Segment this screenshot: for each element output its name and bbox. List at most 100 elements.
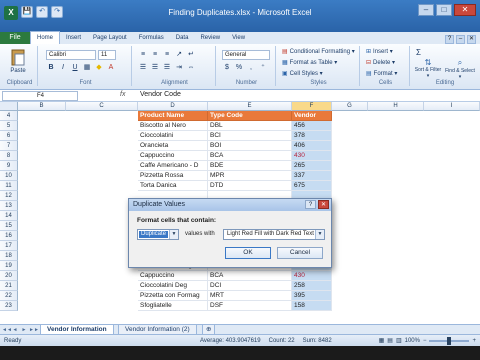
column-header-i[interactable]: I — [424, 102, 480, 111]
format-as-table-button[interactable]: ▦ Format as Table ▾ — [282, 59, 337, 66]
product-name-cell[interactable]: Cioccolatini Deg — [138, 281, 208, 291]
name-box[interactable]: F4 — [2, 91, 78, 101]
row-header[interactable]: 22 — [0, 291, 18, 301]
header-product-name[interactable]: Product Name — [138, 111, 208, 121]
row-header[interactable]: 9 — [0, 161, 18, 171]
font-color-icon[interactable]: A — [106, 63, 116, 73]
tab-page-layout[interactable]: Page Layout — [87, 32, 133, 44]
type-code-cell[interactable]: DSF — [208, 301, 292, 311]
zoom-out-icon[interactable]: − — [423, 338, 427, 344]
font-size-select[interactable]: 11 — [98, 50, 116, 60]
row-header[interactable]: 12 — [0, 191, 18, 201]
product-name-cell[interactable]: Cioccolatini — [138, 131, 208, 141]
vendor-cell[interactable]: 265 — [292, 161, 332, 171]
maximize-button[interactable]: □ — [436, 4, 452, 16]
help-icon[interactable]: ? — [445, 35, 454, 44]
insert-cells-button[interactable]: ⊞ Insert ▾ — [366, 48, 393, 55]
tab-insert[interactable]: Insert — [60, 32, 87, 44]
column-header-d[interactable]: D — [138, 102, 208, 111]
vendor-cell[interactable]: 406 — [292, 141, 332, 151]
tab-view[interactable]: View — [226, 32, 251, 44]
align-middle-icon[interactable]: ≡ — [150, 50, 160, 60]
format-style-select[interactable]: Light Red Fill with Dark Red Text ▼ — [223, 229, 325, 240]
row-header[interactable]: 23 — [0, 301, 18, 311]
tab-home[interactable]: Home — [30, 31, 61, 44]
type-code-cell[interactable]: DTD — [208, 181, 292, 191]
row-header[interactable]: 7 — [0, 141, 18, 151]
underline-button[interactable]: U — [70, 63, 80, 73]
tab-review[interactable]: Review — [194, 32, 226, 44]
page-layout-view-icon[interactable]: ▤ — [387, 337, 393, 344]
product-name-cell[interactable]: Torta Danica — [138, 181, 208, 191]
header-type-code[interactable]: Type Code — [208, 111, 292, 121]
percent-button[interactable]: % — [234, 63, 244, 73]
paste-button[interactable]: Paste — [6, 48, 30, 74]
dialog-help-icon[interactable]: ? — [305, 200, 316, 209]
comma-style-icon[interactable]: , — [246, 63, 256, 73]
row-header[interactable]: 21 — [0, 281, 18, 291]
vendor-cell[interactable]: 378 — [292, 131, 332, 141]
indent-icon[interactable]: ⇥ — [174, 63, 184, 73]
row-header[interactable]: 17 — [0, 241, 18, 251]
delete-cells-button[interactable]: ⊟ Delete ▾ — [366, 59, 395, 66]
redo-icon[interactable]: ↷ — [51, 6, 63, 18]
product-name-cell[interactable]: Orancieta — [138, 141, 208, 151]
currency-button[interactable]: $ — [222, 63, 232, 73]
close-button[interactable]: ✕ — [454, 4, 476, 16]
row-header[interactable]: 18 — [0, 251, 18, 261]
row-header[interactable]: 16 — [0, 231, 18, 241]
prev-sheet-icon[interactable]: ◄ — [11, 326, 19, 334]
autosum-button[interactable]: Σ — [416, 48, 421, 57]
sort-filter-button[interactable]: ⇅ Sort & Filter ▾ — [414, 58, 442, 79]
vendor-cell[interactable]: 456 — [292, 121, 332, 131]
format-cells-button[interactable]: ▤ Format ▾ — [366, 70, 397, 77]
ribbon-close-icon[interactable]: ✕ — [467, 35, 476, 44]
column-header-c[interactable]: C — [66, 102, 138, 111]
type-code-cell[interactable]: DCI — [208, 281, 292, 291]
column-header-h[interactable]: H — [368, 102, 424, 111]
type-code-cell[interactable]: DBL — [208, 121, 292, 131]
chevron-down-icon[interactable]: ▼ — [315, 230, 324, 239]
ribbon-minimize-icon[interactable]: – — [456, 35, 465, 44]
excel-logo-icon[interactable]: X — [4, 6, 18, 20]
next-sheet-icon[interactable]: ► — [20, 326, 28, 334]
tab-file[interactable]: File — [0, 32, 30, 44]
align-bottom-icon[interactable]: ≡ — [162, 50, 172, 60]
column-header-e[interactable]: E — [208, 102, 292, 111]
product-name-cell[interactable]: Cappuccino — [138, 151, 208, 161]
align-top-icon[interactable]: ≡ — [138, 50, 148, 60]
duplicate-type-select[interactable]: Duplicate ▼ — [137, 229, 179, 240]
type-code-cell[interactable]: BCA — [208, 271, 292, 281]
type-code-cell[interactable]: MPR — [208, 171, 292, 181]
bold-button[interactable]: B — [46, 63, 56, 73]
minimize-button[interactable]: – — [418, 4, 434, 16]
normal-view-icon[interactable]: ▦ — [379, 337, 385, 344]
dialog-close-icon[interactable]: ✕ — [318, 200, 329, 209]
vendor-cell[interactable]: 258 — [292, 281, 332, 291]
type-code-cell[interactable]: BCA — [208, 151, 292, 161]
product-name-cell[interactable]: Cappuccino — [138, 271, 208, 281]
vendor-cell-duplicate[interactable]: 430 — [292, 271, 332, 281]
row-header[interactable]: 5 — [0, 121, 18, 131]
find-select-button[interactable]: ⌕ Find & Select ▾ — [444, 58, 476, 80]
wrap-text-icon[interactable]: ↵ — [186, 50, 196, 60]
align-right-icon[interactable]: ☰ — [162, 63, 172, 73]
product-name-cell[interactable]: Caffe Americano - D — [138, 161, 208, 171]
row-header[interactable]: 6 — [0, 131, 18, 141]
row-header[interactable]: 13 — [0, 201, 18, 211]
product-name-cell[interactable]: Biscotto al Nero — [138, 121, 208, 131]
save-icon[interactable]: 💾 — [21, 6, 33, 18]
row-header[interactable]: 14 — [0, 211, 18, 221]
chevron-down-icon[interactable]: ▼ — [169, 230, 178, 239]
row-header[interactable]: 8 — [0, 151, 18, 161]
vendor-cell[interactable]: 337 — [292, 171, 332, 181]
fill-color-icon[interactable]: ◆ — [94, 63, 104, 73]
zoom-in-icon[interactable]: + — [472, 338, 476, 344]
insert-function-icon[interactable]: fx — [120, 91, 125, 98]
row-header[interactable]: 10 — [0, 171, 18, 181]
align-center-icon[interactable]: ☰ — [150, 63, 160, 73]
zoom-level[interactable]: 100% — [405, 338, 420, 344]
number-format-select[interactable]: General — [222, 50, 270, 60]
last-sheet-icon[interactable]: ►► — [29, 326, 39, 334]
vendor-cell[interactable]: 395 — [292, 291, 332, 301]
